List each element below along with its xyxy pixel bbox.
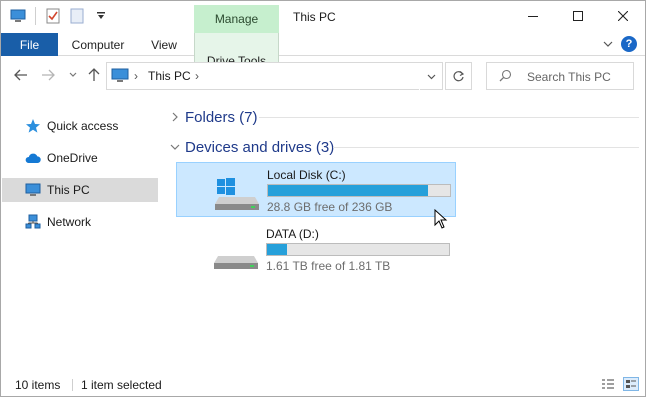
back-button[interactable] [12,66,30,84]
recent-locations-chevron-icon[interactable] [64,66,82,84]
group-header-folders[interactable]: Folders (7) [169,107,258,127]
new-folder-icon[interactable] [68,7,86,25]
help-icon[interactable]: ? [621,36,637,52]
explorer-window: Manage This PC File Computer View Drive … [0,0,646,397]
close-button[interactable] [600,1,645,31]
network-icon [25,214,41,230]
search-box[interactable]: Search This PC [486,62,634,90]
details-view-icon[interactable] [600,377,616,391]
group-title: Devices and drives (3) [185,138,335,156]
drive-name: DATA (D:) [266,227,319,241]
selection-count: 1 item selected [81,378,162,392]
maximize-button[interactable] [555,1,600,31]
properties-icon[interactable] [44,7,62,25]
nav-item-quick-access[interactable]: Quick access [2,114,158,138]
title-bar: Manage This PC [1,1,645,33]
star-icon [25,118,41,134]
nav-item-network[interactable]: Network [2,210,158,234]
breadcrumb-separator-icon[interactable]: › [134,69,138,83]
quick-access-toolbar [9,7,110,25]
windows-drive-icon [215,177,261,214]
search-placeholder: Search This PC [527,70,611,84]
drive-icon [214,236,260,273]
chevron-down-icon [169,141,181,153]
address-bar[interactable]: › This PC › [106,62,443,90]
breadcrumb-this-pc[interactable]: This PC [148,69,191,83]
drive-usage-bar [267,184,451,197]
refresh-button[interactable] [445,62,472,90]
nav-item-label: OneDrive [47,151,98,165]
tab-manage[interactable]: Manage [194,5,279,33]
computer-icon [111,68,129,87]
customize-toolbar-chevron-icon[interactable] [92,7,110,25]
status-bar: 10 items 1 item selected [1,373,645,396]
nav-item-label: Quick access [47,119,119,133]
chevron-right-icon [169,111,181,123]
content-pane: Folders (7) Devices and drives (3) Local [159,96,643,366]
drive-name: Local Disk (C:) [267,168,346,182]
drive-usage-fill [267,244,288,255]
group-divider [333,147,639,148]
ribbon-controls: ? [603,36,637,52]
ribbon-tabs: File Computer View Drive Tools ? [1,33,645,88]
drive-usage-bar [266,243,450,256]
drive-free-space: 1.61 TB free of 1.81 TB [266,259,391,273]
navigation-pane: Quick access OneDrive This PC Network [1,96,159,366]
cloud-icon [25,150,41,166]
drive-tile-c[interactable]: Local Disk (C:) 28.8 GB free of 236 GB [176,162,456,217]
nav-item-this-pc[interactable]: This PC [2,178,158,202]
nav-item-label: This PC [47,183,90,197]
drive-free-space: 28.8 GB free of 236 GB [267,200,393,214]
toolbar-divider [35,7,36,25]
group-title: Folders (7) [185,108,258,126]
group-divider [259,117,639,118]
drive-tile-d[interactable]: DATA (D:) 1.61 TB free of 1.81 TB [176,222,456,277]
forward-button[interactable] [39,66,57,84]
tab-computer[interactable]: Computer [58,33,138,56]
minimize-button[interactable] [510,1,555,31]
window-title: This PC [293,10,336,24]
breadcrumb-chevron-icon[interactable]: › [195,69,199,83]
nav-item-onedrive[interactable]: OneDrive [2,146,158,170]
expand-ribbon-chevron-icon[interactable] [603,37,613,51]
tab-file[interactable]: File [1,33,58,56]
nav-item-label: Network [47,215,92,229]
address-history-dropdown[interactable] [419,63,443,91]
navigation-bar: › This PC › Search This PC [1,57,645,95]
mouse-pointer-icon [434,208,448,232]
group-header-devices[interactable]: Devices and drives (3) [169,137,334,157]
up-button[interactable] [85,66,103,84]
tiles-view-icon[interactable] [623,377,639,391]
drive-usage-fill [268,185,428,196]
caption-buttons [510,1,645,31]
status-divider [72,379,73,391]
tab-view[interactable]: View [138,33,190,56]
computer-icon [25,182,41,198]
computer-icon[interactable] [9,7,27,25]
search-icon [499,69,512,85]
item-count: 10 items [15,378,61,392]
